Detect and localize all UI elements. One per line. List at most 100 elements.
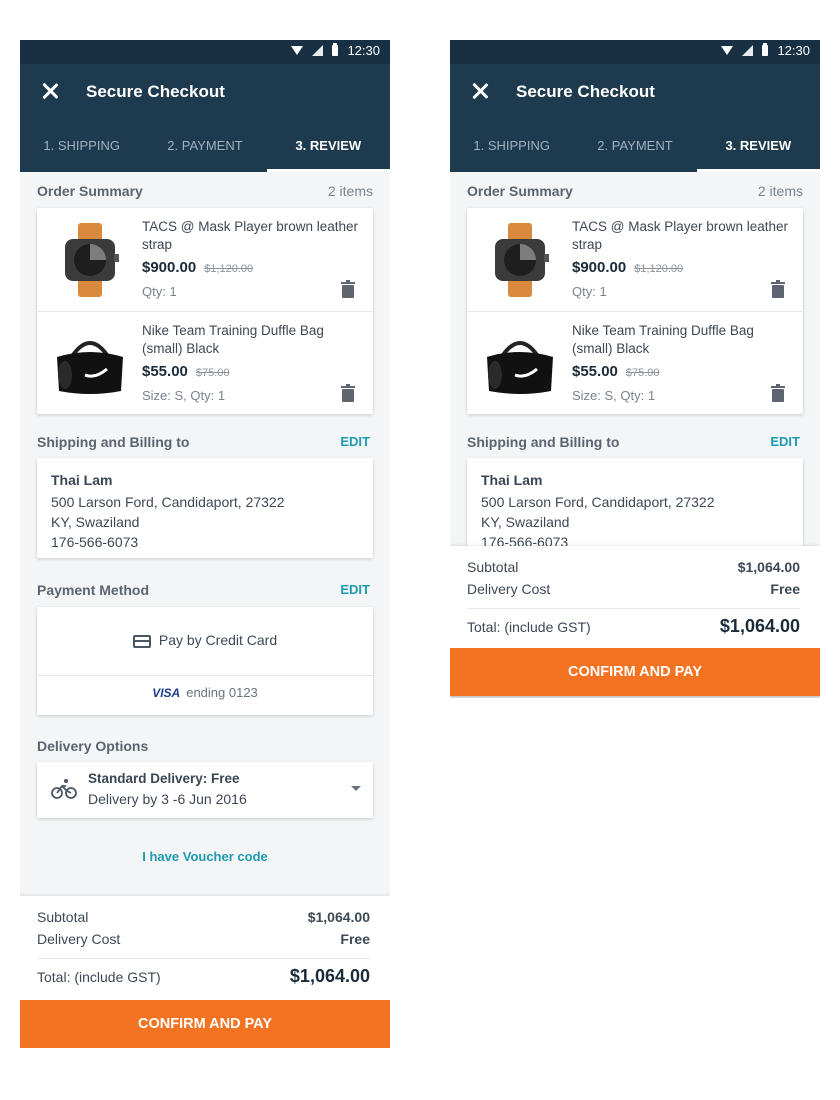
- item-qty: Size: S, Qty: 1: [142, 388, 226, 403]
- credit-card-icon: [132, 635, 151, 648]
- recipient-name: Thai Lam: [481, 472, 543, 488]
- item-name: TACS @ Mask Player brown leather strap: [572, 219, 789, 252]
- item-name: TACS @ Mask Player brown leather strap: [142, 219, 359, 252]
- order-summary-heading: Order Summary: [37, 183, 143, 199]
- page-title: Secure Checkout: [516, 82, 655, 101]
- item-price: $900.00: [142, 259, 197, 276]
- item-name: Nike Team Training Duffle Bag (small) Bl…: [572, 323, 754, 356]
- phone-number: 176-566-6073: [51, 534, 139, 550]
- subtotal-value: $1,064.00: [737, 559, 800, 575]
- duffle-bag-image: [487, 341, 553, 394]
- divider: [467, 608, 800, 609]
- item-qty: Qty: 1: [572, 284, 607, 299]
- confirm-and-pay-button[interactable]: CONFIRM AND PAY: [450, 648, 820, 696]
- checkout-steps: 1. SHIPPING 2. PAYMENT 3. REVIEW: [20, 120, 390, 172]
- status-bar: 12:30: [20, 40, 390, 64]
- trash-icon[interactable]: [341, 384, 355, 402]
- wifi-icon: [721, 46, 734, 55]
- tab-payment[interactable]: 2. PAYMENT: [573, 120, 696, 172]
- delivery-option: Standard Delivery: Free: [88, 771, 240, 786]
- item-old-price: $75.00: [625, 367, 660, 379]
- battery-icon: [332, 43, 339, 56]
- wifi-icon: [291, 46, 304, 55]
- order-items-card: TACS @ Mask Player brown leather strap $…: [37, 208, 373, 414]
- item-old-price: $1,120.00: [634, 263, 684, 275]
- payment-card: Pay by Credit Card VISA ending 0123: [37, 607, 373, 715]
- total-value: $1,064.00: [289, 966, 370, 986]
- duffle-bag-image: [57, 341, 123, 394]
- status-time: 12:30: [777, 43, 810, 58]
- recipient-name: Thai Lam: [51, 472, 113, 488]
- delivery-heading: Delivery Options: [37, 738, 149, 754]
- address-card: Thai Lam 500 Larson Ford, Candidaport, 2…: [37, 458, 373, 558]
- item-qty: Size: S, Qty: 1: [572, 388, 656, 403]
- bicycle-icon: [51, 779, 77, 799]
- page-title: Secure Checkout: [86, 82, 225, 101]
- subtotal-value: $1,064.00: [307, 909, 370, 925]
- address-line2: KY, Swaziland: [481, 514, 570, 530]
- signal-icon: [742, 45, 754, 56]
- checkout-steps: 1. SHIPPING 2. PAYMENT 3. REVIEW: [450, 120, 820, 172]
- confirm-and-pay-button[interactable]: CONFIRM AND PAY: [20, 1000, 390, 1048]
- list-item: TACS @ Mask Player brown leather strap $…: [467, 208, 803, 311]
- edit-shipping-link[interactable]: EDIT: [770, 434, 800, 449]
- item-count: 2 items: [757, 183, 803, 199]
- payment-method: Pay by Credit Card: [158, 632, 278, 648]
- item-price: $55.00: [572, 363, 618, 380]
- trash-icon[interactable]: [771, 384, 785, 402]
- tab-payment[interactable]: 2. PAYMENT: [143, 120, 266, 172]
- item-price: $55.00: [142, 363, 188, 380]
- address-card: Thai Lam 500 Larson Ford, Candidaport, 2…: [467, 458, 803, 558]
- close-icon[interactable]: [469, 80, 491, 102]
- status-time: 12:30: [347, 43, 380, 58]
- close-icon[interactable]: [39, 80, 61, 102]
- edit-shipping-link[interactable]: EDIT: [340, 434, 370, 449]
- tab-review[interactable]: 3. REVIEW: [696, 120, 820, 172]
- tab-shipping[interactable]: 1. SHIPPING: [450, 120, 573, 172]
- status-bar: 12:30: [450, 40, 820, 64]
- tab-shipping[interactable]: 1. SHIPPING: [20, 120, 143, 172]
- total-label: Total: (include GST): [37, 969, 161, 985]
- edit-payment-link[interactable]: EDIT: [340, 582, 370, 597]
- tab-review[interactable]: 3. REVIEW: [266, 120, 390, 172]
- total-label: Total: (include GST): [467, 619, 591, 635]
- order-summary-heading: Order Summary: [467, 183, 573, 199]
- subtotal-label: Subtotal: [467, 559, 519, 575]
- divider: [37, 958, 370, 959]
- watch-image: [495, 223, 549, 297]
- order-totals: Subtotal $1,064.00 Delivery Cost Free Tota…: [450, 546, 820, 650]
- battery-icon: [762, 43, 769, 56]
- list-item: Nike Team Training Duffle Bag (small) Bl…: [37, 311, 373, 415]
- item-price: $900.00: [572, 259, 627, 276]
- shipping-heading: Shipping and Billing to: [467, 434, 620, 450]
- trash-icon[interactable]: [771, 280, 785, 298]
- item-old-price: $75.00: [195, 367, 230, 379]
- chevron-down-icon: [351, 786, 361, 791]
- delivery-cost-value: Free: [340, 931, 370, 947]
- order-items-card: TACS @ Mask Player brown leather strap $…: [467, 208, 803, 414]
- signal-icon: [312, 45, 324, 56]
- address-line1: 500 Larson Ford, Candidaport, 27322: [51, 494, 285, 510]
- delivery-cost-value: Free: [770, 581, 800, 597]
- address-line2: KY, Swaziland: [51, 514, 140, 530]
- subtotal-label: Subtotal: [37, 909, 89, 925]
- delivery-cost-label: Delivery Cost: [37, 931, 121, 947]
- app-bar: Secure Checkout: [20, 64, 390, 120]
- delivery-select[interactable]: Standard Delivery: Free Delivery by 3 -6…: [37, 762, 373, 818]
- voucher-link[interactable]: I have Voucher code: [20, 849, 390, 864]
- list-item: Nike Team Training Duffle Bag (small) Bl…: [467, 311, 803, 415]
- payment-heading: Payment Method: [37, 582, 150, 598]
- trash-icon[interactable]: [341, 280, 355, 298]
- shipping-heading: Shipping and Billing to: [37, 434, 190, 450]
- item-name: Nike Team Training Duffle Bag (small) Bl…: [142, 323, 324, 356]
- watch-image: [65, 223, 119, 297]
- order-totals: Subtotal $1,064.00 Delivery Cost Free Tota…: [20, 896, 390, 1000]
- list-item: TACS @ Mask Player brown leather strap $…: [37, 208, 373, 311]
- item-old-price: $1,120.00: [204, 263, 254, 275]
- item-count: 2 items: [327, 183, 373, 199]
- delivery-cost-label: Delivery Cost: [467, 581, 551, 597]
- total-value: $1,064.00: [719, 616, 800, 636]
- address-line1: 500 Larson Ford, Candidaport, 27322: [481, 494, 715, 510]
- visa-logo: VISA: [152, 686, 181, 700]
- delivery-date: Delivery by 3 -6 Jun 2016: [88, 791, 247, 807]
